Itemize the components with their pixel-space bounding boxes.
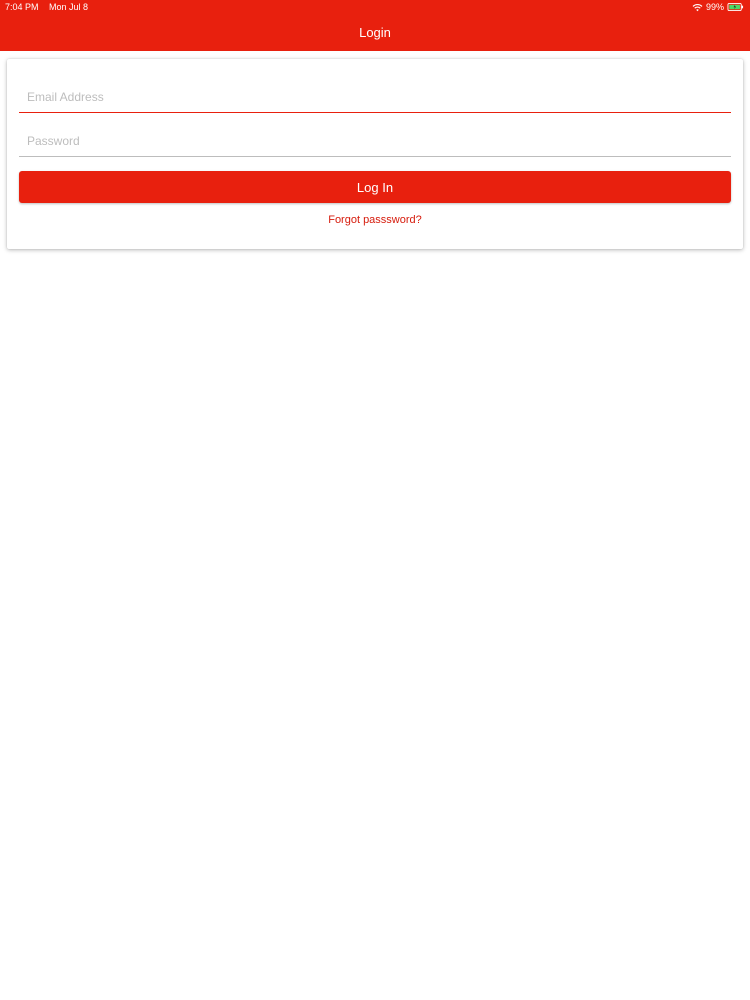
login-button[interactable]: Log In: [19, 171, 731, 203]
login-card: Log In Forgot passsword?: [7, 59, 743, 249]
password-field[interactable]: [19, 125, 731, 157]
wifi-icon: [692, 3, 703, 11]
page-title: Login: [359, 25, 391, 40]
nav-bar: Login: [0, 14, 750, 51]
battery-percent: 99%: [705, 2, 724, 12]
status-date: Mon Jul 8: [49, 2, 89, 12]
status-left: 7:04 PM Mon Jul 8: [5, 0, 88, 14]
forgot-password-link[interactable]: Forgot passsword?: [7, 214, 743, 226]
status-right: 99%: [692, 0, 744, 14]
status-bar: 7:04 PM Mon Jul 8 99%: [0, 0, 750, 14]
status-time: 7:04 PM: [5, 2, 39, 12]
battery-icon: [727, 3, 744, 11]
email-field[interactable]: [19, 81, 731, 113]
